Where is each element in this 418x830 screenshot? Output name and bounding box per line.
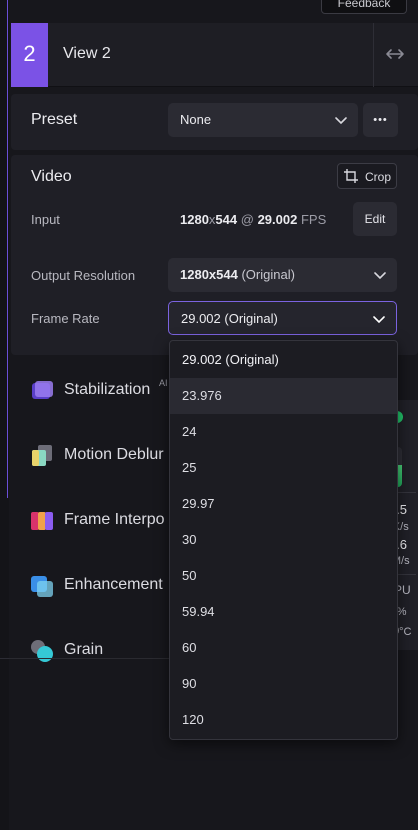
frame-rate-option[interactable]: 25 bbox=[170, 450, 397, 486]
video-panel: Video Crop Input 1280x544 @ 29.002 FPS E… bbox=[11, 155, 418, 355]
frame-rate-option[interactable]: 50 bbox=[170, 558, 397, 594]
frame-rate-label: Frame Rate bbox=[31, 311, 100, 326]
edit-button[interactable]: Edit bbox=[353, 202, 397, 236]
frame-rate-option[interactable]: 30 bbox=[170, 522, 397, 558]
feature-label: Frame Interpo bbox=[64, 511, 165, 528]
preset-panel: Preset None ••• bbox=[11, 94, 418, 150]
chevron-down-icon bbox=[373, 268, 387, 282]
crop-icon bbox=[344, 169, 358, 183]
motion-deblur-icon bbox=[30, 444, 54, 468]
view-number-badge[interactable]: 2 bbox=[11, 23, 48, 87]
header-separator bbox=[373, 23, 374, 87]
output-resolution-label: Output Resolution bbox=[31, 268, 136, 283]
output-resolution-select[interactable]: 1280x544 (Original) bbox=[168, 258, 397, 292]
frame-rate-option[interactable]: 59.94 bbox=[170, 594, 397, 630]
grain-icon bbox=[30, 639, 54, 663]
input-value: 1280x544 @ 29.002 FPS bbox=[180, 212, 327, 227]
feature-label: Grain bbox=[64, 641, 104, 658]
frame-rate-select[interactable]: 29.002 (Original) bbox=[168, 301, 397, 335]
left-edge bbox=[0, 0, 9, 830]
crop-button[interactable]: Crop bbox=[337, 163, 397, 189]
preset-select[interactable]: None bbox=[168, 103, 358, 137]
frame-rate-option[interactable]: 24 bbox=[170, 414, 397, 450]
view-header: 2 View 2 bbox=[11, 23, 418, 87]
section-divider bbox=[9, 658, 169, 659]
left-divider bbox=[0, 658, 9, 659]
frame-interpolation-icon bbox=[30, 509, 54, 533]
feature-label: Enhancement bbox=[64, 576, 163, 593]
preset-label: Preset bbox=[31, 111, 78, 128]
frame-rate-dropdown: 29.002 (Original) 23.976 24 25 29.97 30 50 59.9… bbox=[169, 340, 398, 740]
crop-label: Crop bbox=[365, 170, 392, 184]
video-title: Video bbox=[31, 168, 72, 185]
output-resolution-value: 1280x544 (Original) bbox=[180, 267, 295, 282]
feature-label: Stabilization bbox=[64, 381, 151, 398]
feedback-button[interactable]: Feedback bbox=[321, 0, 407, 14]
frame-rate-option[interactable]: 29.97 bbox=[170, 486, 397, 522]
frame-rate-option[interactable]: 60 bbox=[170, 630, 397, 666]
swap-horizontal-icon[interactable] bbox=[384, 43, 406, 65]
feature-label: Motion Deblur bbox=[64, 446, 164, 463]
stabilization-icon bbox=[30, 379, 54, 403]
enhancement-icon bbox=[30, 574, 54, 598]
preset-select-value: None bbox=[180, 112, 212, 127]
view-title: View 2 bbox=[63, 45, 111, 62]
preset-more-button[interactable]: ••• bbox=[363, 103, 398, 137]
chevron-down-icon bbox=[334, 113, 348, 127]
frame-rate-option[interactable]: 120 bbox=[170, 702, 397, 738]
ai-badge: AI bbox=[159, 378, 168, 388]
input-label: Input bbox=[31, 212, 60, 227]
frame-rate-option[interactable]: 29.002 (Original) bbox=[170, 342, 397, 378]
view-border-line bbox=[7, 0, 8, 498]
chevron-down-icon bbox=[372, 312, 386, 326]
frame-rate-option[interactable]: 23.976 bbox=[170, 378, 397, 414]
frame-rate-value: 29.002 (Original) bbox=[181, 311, 278, 326]
frame-rate-option[interactable]: 90 bbox=[170, 666, 397, 702]
